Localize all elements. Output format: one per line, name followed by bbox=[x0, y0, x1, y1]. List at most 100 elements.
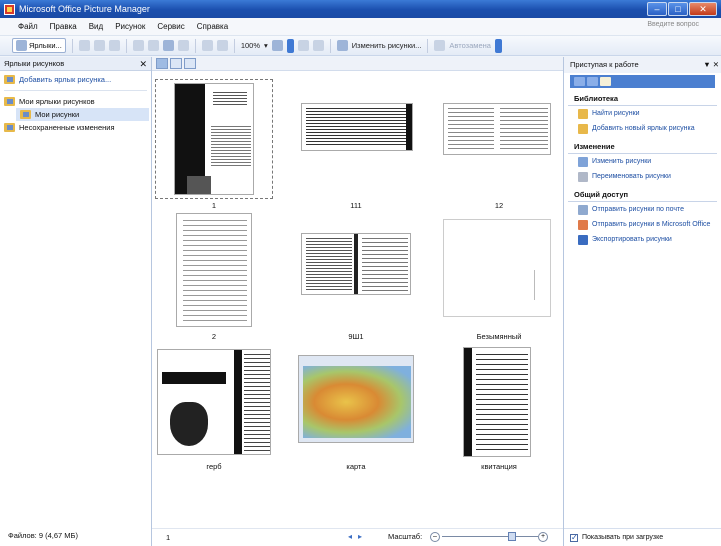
folder-icon bbox=[4, 97, 15, 106]
shortcuts-pane-title: Ярлыки рисунков bbox=[4, 59, 65, 68]
redo-icon[interactable] bbox=[216, 40, 228, 51]
thumbnail-label: квитанция bbox=[481, 462, 517, 471]
tree-my-pictures-label: Мои рисунки bbox=[35, 110, 80, 119]
view-mode-tabs bbox=[152, 57, 563, 71]
toolbar-separator bbox=[71, 38, 73, 53]
undo-icon[interactable] bbox=[201, 40, 213, 51]
edit-pictures-link[interactable]: Изменить рисунки bbox=[564, 154, 721, 169]
library-section-title: Библиотека bbox=[568, 90, 717, 106]
task-pane-menu-icon[interactable]: ▼ ✕ bbox=[703, 57, 719, 73]
zoom-out-icon[interactable]: – bbox=[430, 532, 440, 542]
window-title: Microsoft Office Picture Manager bbox=[19, 4, 150, 14]
send-to-office-label: Отправить рисунки в Microsoft Office bbox=[592, 221, 711, 228]
picture-manager-icon bbox=[4, 3, 15, 15]
tree-my-pictures[interactable]: Мои рисунки bbox=[16, 108, 149, 121]
thumbnail-image bbox=[174, 83, 254, 195]
export-icon bbox=[578, 235, 588, 245]
add-new-shortcut-link[interactable]: Добавить новый ярлык рисунка bbox=[564, 121, 721, 136]
zoom-in-icon[interactable]: + bbox=[538, 532, 548, 542]
show-at-startup[interactable]: Показывать при загрузке bbox=[564, 528, 721, 546]
tree-unsaved-label: Несохраненные изменения bbox=[19, 123, 115, 132]
export-pictures-link[interactable]: Экспортировать рисунки bbox=[564, 232, 721, 247]
tree-unsaved-changes[interactable]: Несохраненные изменения bbox=[0, 121, 151, 134]
help-icon[interactable] bbox=[271, 40, 283, 51]
rotate-left-icon[interactable] bbox=[297, 40, 309, 51]
thumbnail-image bbox=[443, 103, 551, 155]
thumbnail-view-icon[interactable] bbox=[156, 58, 168, 69]
add-folder-icon bbox=[578, 124, 588, 134]
zoom-label: Масштаб: bbox=[388, 532, 423, 541]
delete-icon[interactable] bbox=[177, 40, 189, 51]
forward-icon[interactable] bbox=[587, 77, 598, 86]
menu-file[interactable]: Файл bbox=[18, 22, 38, 31]
cut-icon[interactable] bbox=[132, 40, 144, 51]
print-icon[interactable] bbox=[93, 40, 105, 51]
show-at-startup-checkbox[interactable] bbox=[570, 533, 578, 542]
edit-pictures-icon bbox=[336, 40, 348, 51]
menu-tools[interactable]: Сервис bbox=[157, 22, 184, 31]
autocorrect-icon bbox=[434, 40, 446, 51]
find-pictures-link[interactable]: Найти рисунки bbox=[564, 106, 721, 121]
shortcuts-label: Ярлыки... bbox=[29, 41, 62, 50]
window-controls: – □ ✕ bbox=[647, 2, 717, 16]
send-to-office-link[interactable]: Отправить рисунки в Microsoft Office bbox=[564, 217, 721, 232]
thumbnail-label: герб bbox=[206, 462, 222, 471]
toolbar-options-icon-2[interactable] bbox=[494, 38, 502, 53]
save-icon[interactable] bbox=[78, 40, 90, 51]
add-new-shortcut-label: Добавить новый ярлык рисунка bbox=[592, 125, 695, 132]
paste-icon[interactable] bbox=[162, 40, 174, 51]
ask-question-input[interactable]: Введите вопрос bbox=[583, 21, 713, 33]
copy-icon[interactable] bbox=[147, 40, 159, 51]
edit-pictures-label: Изменить рисунки bbox=[592, 158, 652, 165]
add-shortcut-link[interactable]: Добавить ярлык рисунка... bbox=[0, 73, 151, 86]
minimize-button[interactable]: – bbox=[647, 2, 667, 16]
email-pictures-link[interactable]: Отправить рисунки по почте bbox=[564, 202, 721, 217]
thumbnail-label: карта bbox=[346, 462, 366, 471]
zoom-select[interactable]: 100% bbox=[241, 41, 260, 50]
filmstrip-view-icon[interactable] bbox=[170, 58, 182, 69]
thumbnail-label: 111 bbox=[350, 201, 362, 210]
zoom-slider-track[interactable] bbox=[442, 536, 538, 537]
thumbnail-label: Безымянный bbox=[476, 332, 522, 341]
toolbar-separator bbox=[329, 38, 331, 53]
close-button[interactable]: ✕ bbox=[689, 2, 717, 16]
rename-pictures-link[interactable]: Переименовать рисунки bbox=[564, 169, 721, 184]
email-pictures-label: Отправить рисунки по почте bbox=[592, 206, 685, 213]
toolbar-separator bbox=[233, 38, 235, 53]
edit-pictures-button[interactable]: Изменить рисунки... bbox=[352, 41, 422, 50]
unsaved-folder-icon bbox=[4, 123, 15, 132]
find-icon bbox=[578, 109, 588, 119]
edit-icon bbox=[578, 157, 588, 167]
single-view-icon[interactable] bbox=[184, 58, 196, 69]
close-icon[interactable]: ✕ bbox=[139, 57, 147, 71]
rename-pictures-label: Переименовать рисунки bbox=[592, 173, 671, 180]
add-shortcut-label: Добавить ярлык рисунка... bbox=[19, 75, 112, 84]
autocorrect-button[interactable]: Автозамена bbox=[449, 41, 491, 50]
thumbnail-image bbox=[301, 103, 413, 151]
menu-picture[interactable]: Рисунок bbox=[115, 22, 145, 31]
thumbnail-label: 2 bbox=[211, 332, 217, 341]
task-pane-title: Приступая к работе bbox=[570, 60, 639, 69]
toolbar-separator bbox=[125, 38, 127, 53]
tree-my-shortcuts[interactable]: Мои ярлыки рисунков bbox=[0, 95, 151, 108]
export-pictures-label: Экспортировать рисунки bbox=[592, 236, 672, 243]
getting-started-pane: Приступая к работе ▼ ✕ Библиотека Найти … bbox=[563, 57, 721, 546]
back-icon[interactable] bbox=[574, 77, 585, 86]
menu-edit[interactable]: Правка bbox=[50, 22, 77, 31]
title-bar: Microsoft Office Picture Manager – □ ✕ bbox=[0, 0, 721, 18]
chevron-down-icon[interactable]: ▾ bbox=[264, 41, 268, 50]
mail-icon bbox=[578, 205, 588, 215]
shortcuts-pane-header: Ярлыки рисунков ✕ bbox=[0, 57, 151, 71]
toolbar-options-icon[interactable] bbox=[286, 38, 294, 53]
home-icon[interactable] bbox=[600, 77, 611, 86]
page-nav-arrows[interactable]: ◂▸ bbox=[348, 532, 368, 541]
maximize-button[interactable]: □ bbox=[668, 2, 688, 16]
rotate-right-icon[interactable] bbox=[312, 40, 324, 51]
menu-help[interactable]: Справка bbox=[197, 22, 228, 31]
menu-view[interactable]: Вид bbox=[89, 22, 103, 31]
zoom-slider-handle[interactable] bbox=[508, 532, 516, 541]
mail-icon[interactable] bbox=[108, 40, 120, 51]
thumbnail-label: 12 bbox=[494, 201, 504, 210]
shortcuts-button[interactable]: Ярлыки... bbox=[12, 38, 66, 53]
task-pane-nav bbox=[570, 75, 715, 88]
